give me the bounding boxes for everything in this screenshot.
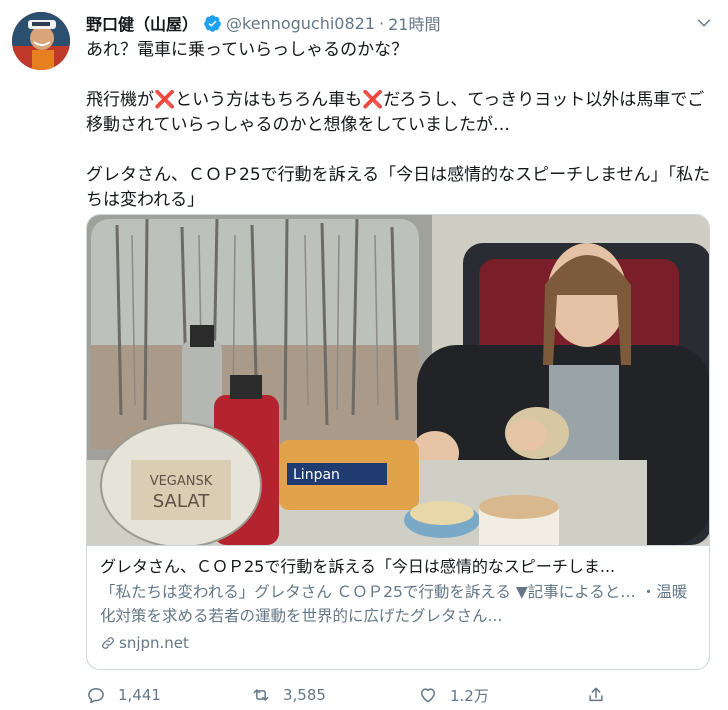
link-icon	[100, 635, 116, 651]
card-body: グレタさん、ＣＯＰ25で行動を訴える「今日は感情的なスピーチしま... 「私たち…	[87, 545, 709, 652]
text-segment: 飛行機が	[86, 90, 154, 110]
link-card[interactable]: VEGANSK SALAT Linpan グレタさん、ＣＯＰ25で行動を訴える「…	[86, 214, 710, 670]
like-count: 1.2万	[450, 686, 489, 705]
reply-count: 1,441	[118, 686, 161, 704]
tweet-text: あれ？電車に乗っていらっしゃるのかな？ 飛行機が❌という方はもちろん車も❌だろう…	[86, 38, 716, 213]
chevron-down-icon[interactable]	[692, 12, 716, 34]
card-domain-text: snjpn.net	[119, 634, 189, 652]
salad-label-2: SALAT	[153, 491, 210, 512]
like-button[interactable]: 1.2万	[418, 685, 489, 706]
tweet-header: 野口健（山屋） @kennoguchi0821 · 21時間	[86, 11, 716, 35]
salad-label-1: VEGANSK	[150, 474, 213, 489]
retweet-icon	[253, 689, 269, 701]
cross-mark-icon: ❌	[154, 90, 176, 110]
action-bar: 1,441 3,585 1.2万	[86, 684, 616, 706]
author-handle[interactable]: @kennoguchi0821	[226, 14, 375, 33]
reply-icon	[88, 688, 104, 704]
share-button[interactable]	[586, 685, 618, 705]
bread-label: Linpan	[293, 467, 340, 483]
text-segment: という方はもちろん車も	[175, 90, 363, 110]
tweet-timestamp[interactable]: 21時間	[388, 11, 440, 35]
card-title: グレタさん、ＣＯＰ25で行動を訴える「今日は感情的なスピーチしま...	[100, 557, 616, 576]
card-description: 「私たちは変われる」グレタさん ＣＯＰ25で行動を訴える ▼記事によると… ・温…	[100, 583, 688, 625]
verified-badge-icon	[203, 14, 222, 33]
separator-dot: ·	[379, 13, 385, 33]
tweet-line: あれ？電車に乗っていらっしゃるのかな？	[86, 40, 409, 60]
avatar[interactable]	[12, 12, 70, 70]
retweet-count: 3,585	[283, 686, 326, 704]
card-photo: VEGANSK SALAT Linpan	[87, 215, 709, 545]
card-domain: snjpn.net	[100, 634, 696, 652]
cross-mark-icon: ❌	[362, 90, 384, 110]
reply-button[interactable]: 1,441	[86, 685, 161, 705]
like-icon	[421, 688, 435, 703]
tweet-paragraph: 飛行機が❌という方はもちろん車も❌だろうし、てっきりヨット以外は馬車でご移動され…	[86, 88, 716, 138]
tweet-paragraph: グレタさん、ＣＯＰ25で行動を訴える「今日は感情的なスピーチしません」「私たちは…	[86, 165, 711, 210]
author-name[interactable]: 野口健（山屋）	[86, 11, 198, 35]
share-icon	[589, 687, 603, 702]
retweet-button[interactable]: 3,585	[251, 685, 326, 705]
